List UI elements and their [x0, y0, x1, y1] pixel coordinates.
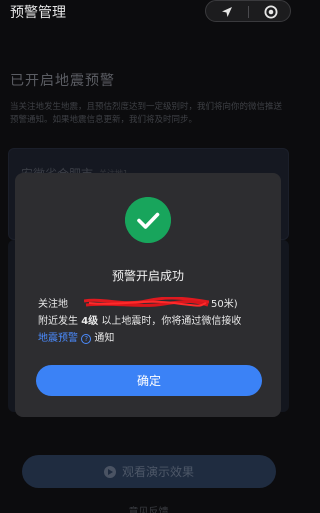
watch-demo-button[interactable]: 观看演示效果	[22, 455, 276, 488]
watch-demo-label: 观看演示效果	[121, 465, 194, 479]
feedback-link[interactable]: 意见反馈	[0, 503, 297, 513]
nav-bar: 预警管理	[0, 0, 297, 24]
location-arrow-icon[interactable]	[220, 5, 234, 19]
play-icon	[103, 465, 116, 478]
magnitude-level: 4级	[81, 316, 99, 327]
page-title: 预警管理	[10, 5, 66, 21]
message-text-a: 附近发生	[38, 316, 78, 327]
capsule-divider	[248, 6, 249, 18]
help-icon[interactable]: ?	[81, 334, 92, 344]
confirm-button[interactable]: 确定	[36, 365, 262, 396]
watch-location-prefix: 关注地	[38, 299, 68, 310]
success-dialog: 预警开启成功 关注地 50米) 附近发生 4级 以上地震时，你将通过微信接收 地…	[15, 173, 281, 417]
mini-program-capsule	[205, 0, 291, 22]
notice-text: 通知	[94, 333, 115, 344]
section-description: 当关注地发生地震，且预估烈度达到一定级别时，我们将向你的微信推送预警通知。如果地…	[10, 102, 283, 125]
section-title: 已开启地震预警	[10, 73, 115, 89]
message-line-1: 关注地 50米)	[38, 296, 270, 313]
dialog-title: 预警开启成功	[111, 269, 184, 283]
success-check-icon	[125, 197, 171, 243]
earthquake-warning-link[interactable]: 地震预警	[38, 333, 78, 344]
target-icon[interactable]	[264, 5, 278, 19]
dialog-message: 关注地 50米) 附近发生 4级 以上地震时，你将通过微信接收 地震预警 ? 通…	[38, 296, 270, 347]
message-line-3: 地震预警 ? 通知	[38, 330, 270, 347]
message-text-b: 以上地震时，你将通过微信接收	[101, 316, 242, 327]
message-line-2: 附近发生 4级 以上地震时，你将通过微信接收	[38, 313, 270, 330]
distance-suffix: 50米)	[211, 299, 238, 310]
redaction-scribble	[84, 297, 209, 307]
